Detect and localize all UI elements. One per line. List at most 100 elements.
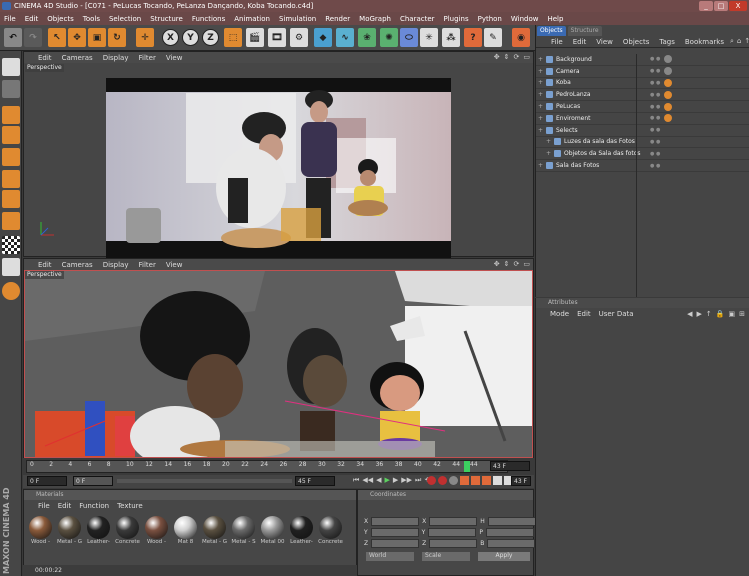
object-row[interactable]: + Selects ● ● bbox=[536, 125, 749, 137]
record-icon[interactable] bbox=[427, 476, 436, 485]
obj-menu-file[interactable]: File bbox=[551, 38, 563, 46]
tag-icon[interactable] bbox=[664, 102, 672, 111]
material-swatch[interactable]: Metal - G bbox=[56, 516, 83, 545]
cube-icon[interactable]: ◆ bbox=[314, 28, 332, 47]
obj-menu-tags[interactable]: Tags bbox=[659, 38, 675, 46]
new-view-icon[interactable]: ▣ bbox=[729, 310, 736, 318]
menu-plugins[interactable]: Plugins bbox=[444, 15, 469, 23]
polygons-mode-icon[interactable] bbox=[2, 190, 20, 208]
mat-menu-texture[interactable]: Texture bbox=[117, 502, 143, 510]
coord-y-field[interactable] bbox=[370, 528, 419, 537]
object-row[interactable]: + Objetos da Sala das fotos ● ● bbox=[536, 148, 749, 161]
visibility-dots[interactable]: ● ● bbox=[650, 56, 664, 62]
object-row[interactable]: + Enviroment ● ● bbox=[536, 113, 749, 125]
minimize-button[interactable]: _ bbox=[699, 1, 713, 11]
expand-icon[interactable]: + bbox=[546, 138, 554, 145]
go-start-icon[interactable]: ⏮ bbox=[353, 476, 359, 485]
timeline-ruler[interactable]: 0 2 4 6 8 10 12 14 16 18 20 22 24 26 28 30 32 34 36 38 40 42 4… bbox=[26, 460, 508, 473]
render-settings-icon[interactable]: ⚙ bbox=[290, 28, 308, 47]
edges-mode-icon[interactable] bbox=[2, 170, 20, 188]
expand-icon[interactable]: + bbox=[538, 115, 546, 122]
up-icon[interactable]: ↑ bbox=[706, 310, 712, 318]
rotate-icon[interactable]: ↻ bbox=[108, 28, 126, 47]
visibility-dots[interactable]: ● ● bbox=[650, 151, 664, 157]
coord-sx-field[interactable] bbox=[429, 517, 478, 526]
expand-icon[interactable]: + bbox=[538, 68, 546, 75]
menu-edit[interactable]: Edit bbox=[25, 15, 39, 23]
attr-menu-edit[interactable]: Edit bbox=[577, 310, 591, 318]
pan-icon[interactable]: ✥ bbox=[494, 260, 500, 268]
visibility-dots[interactable]: ● ● bbox=[650, 104, 664, 110]
zoom-icon[interactable]: ⇕ bbox=[504, 53, 510, 61]
menu-python[interactable]: Python bbox=[478, 15, 502, 23]
expand-icon[interactable]: + bbox=[538, 162, 546, 169]
scene-icon[interactable]: ✳ bbox=[420, 28, 438, 47]
expand-icon[interactable]: + bbox=[546, 150, 554, 157]
current-frame-field[interactable]: 0 F bbox=[73, 476, 113, 486]
expand-icon[interactable]: ⊞ bbox=[739, 310, 745, 318]
menu-render[interactable]: Render bbox=[325, 15, 350, 23]
attr-menu-mode[interactable]: Mode bbox=[550, 310, 569, 318]
z-axis-lock-button[interactable]: Z bbox=[202, 29, 219, 46]
menu-help[interactable]: Help bbox=[547, 15, 563, 23]
object-row[interactable]: + Background ● ● bbox=[536, 54, 749, 66]
material-swatch[interactable]: Concrete bbox=[317, 516, 344, 545]
texture-mode-icon[interactable] bbox=[2, 106, 20, 124]
expand-icon[interactable]: + bbox=[538, 103, 546, 110]
coord-h-field[interactable] bbox=[487, 517, 536, 526]
mat-menu-function[interactable]: Function bbox=[79, 502, 109, 510]
viewport-bottom[interactable]: Edit Cameras Display Filter View ✥ ⇕ ⟳ ▭ Pe… bbox=[23, 258, 534, 458]
menu-file[interactable]: File bbox=[4, 15, 16, 23]
coord-mode-select[interactable]: World bbox=[366, 552, 414, 561]
menu-character[interactable]: Character bbox=[400, 15, 435, 23]
material-swatch[interactable]: Leather- bbox=[288, 516, 315, 545]
up-icon[interactable]: ↑ bbox=[744, 37, 749, 46]
coord-x-field[interactable] bbox=[371, 517, 420, 526]
material-swatch[interactable]: Metal 00 bbox=[259, 516, 286, 545]
tab-structure[interactable]: Structure bbox=[567, 26, 602, 36]
material-swatch[interactable]: Metal - S bbox=[230, 516, 257, 545]
autokey-icon[interactable] bbox=[438, 476, 447, 485]
vp-top-edit[interactable]: Edit bbox=[38, 54, 52, 62]
tab-objects[interactable]: Objects bbox=[537, 26, 566, 36]
pan-icon[interactable]: ✥ bbox=[494, 53, 500, 61]
object-row[interactable]: + Koba ● ● bbox=[536, 78, 749, 90]
obj-menu-objects[interactable]: Objects bbox=[623, 38, 649, 46]
points-mode-icon[interactable] bbox=[2, 148, 20, 166]
render-view-icon[interactable]: 🎬 bbox=[246, 28, 264, 47]
vp-bottom-cameras[interactable]: Cameras bbox=[62, 261, 93, 269]
home-icon[interactable]: ⌂ bbox=[737, 37, 741, 46]
maximize-view-icon[interactable]: ▭ bbox=[523, 53, 530, 61]
vp-top-cameras[interactable]: Cameras bbox=[62, 54, 93, 62]
menu-structure[interactable]: Structure bbox=[150, 15, 183, 23]
coord-b-field[interactable] bbox=[487, 539, 536, 548]
material-swatch[interactable]: Leather- bbox=[85, 516, 112, 545]
back-icon[interactable]: ◀ bbox=[687, 310, 692, 318]
tag-icon[interactable] bbox=[664, 126, 672, 134]
coord-sz-field[interactable] bbox=[429, 539, 478, 548]
axis-mode-icon[interactable] bbox=[2, 126, 20, 144]
visibility-dots[interactable]: ● ● bbox=[650, 139, 664, 145]
start-frame-field[interactable]: 0 F bbox=[27, 476, 67, 486]
workplane-icon[interactable] bbox=[2, 236, 20, 254]
material-swatch[interactable]: Concrete bbox=[114, 516, 141, 545]
tag-icon[interactable] bbox=[664, 114, 672, 123]
menu-animation[interactable]: Animation bbox=[234, 15, 270, 23]
expand-icon[interactable]: + bbox=[538, 127, 546, 134]
timeline-end-frame[interactable]: 43 F bbox=[490, 461, 530, 471]
expand-icon[interactable]: + bbox=[538, 56, 546, 63]
move-icon[interactable]: ✥ bbox=[68, 28, 86, 47]
zoom-icon[interactable]: ⇕ bbox=[504, 260, 510, 268]
visibility-dots[interactable]: ● ● bbox=[650, 163, 664, 169]
end-range-field[interactable]: 45 F bbox=[295, 476, 335, 486]
tag-icon[interactable] bbox=[664, 138, 672, 146]
menu-selection[interactable]: Selection bbox=[109, 15, 141, 23]
x-axis-lock-button[interactable]: X bbox=[162, 29, 179, 46]
object-row[interactable]: + Camera ● ● bbox=[536, 66, 749, 78]
coord-sy-field[interactable] bbox=[428, 528, 477, 537]
tag-icon[interactable] bbox=[664, 150, 672, 158]
obj-menu-bookmarks[interactable]: Bookmarks bbox=[685, 38, 724, 46]
vp-bottom-display[interactable]: Display bbox=[103, 261, 129, 269]
object-row[interactable]: + PedroLanza ● ● bbox=[536, 89, 749, 102]
object-row[interactable]: + Sala das Fotos ● ● bbox=[536, 160, 749, 172]
